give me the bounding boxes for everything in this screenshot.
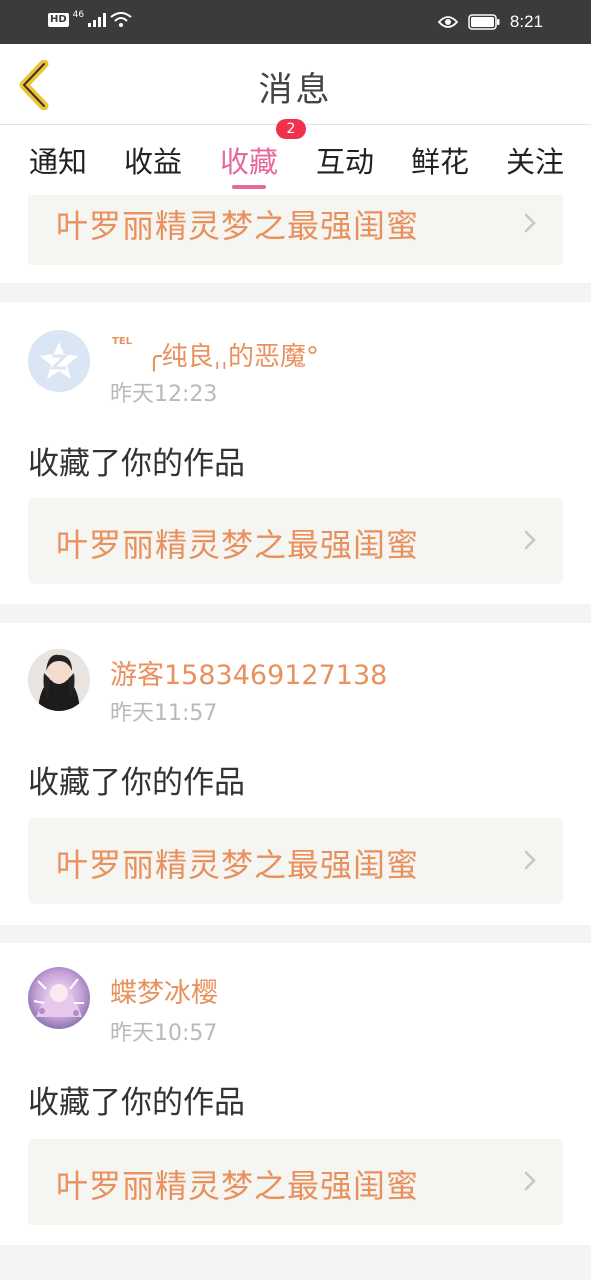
action-text: 收藏了你的作品: [28, 765, 245, 801]
work-title: 叶罗丽精灵梦之最强闺蜜: [56, 846, 420, 884]
user-tag: TEL: [112, 336, 133, 347]
user-photo-avatar[interactable]: [28, 649, 90, 711]
username[interactable]: 游客1583469127138: [110, 653, 387, 692]
status-left: HD 46: [48, 10, 132, 28]
username[interactable]: ╭纯良ˌˌ的恶魔°: [146, 336, 319, 373]
tab-following[interactable]: 关注: [495, 139, 575, 181]
tab-favorites[interactable]: 收藏: [209, 139, 289, 181]
wifi-icon: [110, 12, 132, 27]
work-link[interactable]: 叶罗丽精灵梦之最强闺蜜: [28, 195, 563, 265]
work-title: 叶罗丽精灵梦之最强闺蜜: [56, 1167, 420, 1205]
default-avatar-icon[interactable]: [28, 330, 90, 392]
work-title: 叶罗丽精灵梦之最强闺蜜: [56, 207, 420, 245]
work-title: 叶罗丽精灵梦之最强闺蜜: [56, 526, 420, 564]
tab-flowers[interactable]: 鲜花: [400, 139, 480, 181]
timestamp: 昨天12:23: [110, 382, 218, 407]
work-link[interactable]: 叶罗丽精灵梦之最强闺蜜: [28, 818, 563, 904]
tab-notifications[interactable]: 通知: [18, 139, 98, 181]
timestamp: 昨天11:57: [110, 701, 218, 726]
list-item: 游客1583469127138 昨天11:57 收藏了你的作品 叶罗丽精灵梦之最…: [0, 623, 591, 925]
chevron-right-icon: [524, 213, 536, 233]
status-right: 8:21: [437, 12, 543, 32]
clock: 8:21: [509, 12, 543, 31]
chevron-right-icon: [524, 530, 536, 550]
chevron-right-icon: [524, 850, 536, 870]
list-item: 叶罗丽精灵梦之最强闺蜜: [0, 195, 591, 283]
eye-comfort-icon: [437, 16, 458, 28]
tab-interactions[interactable]: 互动: [305, 139, 385, 181]
tab-bar: 通知 收益 收藏 互动 鲜花 关注 2: [0, 119, 591, 195]
chevron-right-icon: [524, 1171, 536, 1191]
timestamp: 昨天10:57: [110, 1021, 218, 1046]
list-item: 蝶梦冰樱 昨天10:57 收藏了你的作品 叶罗丽精灵梦之最强闺蜜: [0, 943, 591, 1245]
status-bar: HD 46 8:21: [0, 0, 591, 44]
work-link[interactable]: 叶罗丽精灵梦之最强闺蜜: [28, 1139, 563, 1225]
work-link[interactable]: 叶罗丽精灵梦之最强闺蜜: [28, 498, 563, 584]
action-text: 收藏了你的作品: [28, 446, 245, 482]
page-title: 消息: [258, 70, 333, 110]
user-anime-avatar[interactable]: [28, 967, 90, 1029]
active-tab-indicator: [232, 185, 266, 189]
action-text: 收藏了你的作品: [28, 1085, 245, 1121]
tab-earnings[interactable]: 收益: [113, 139, 193, 181]
battery-icon: [468, 14, 500, 30]
signal-icon: [88, 13, 107, 27]
list-item: TEL ╭纯良ˌˌ的恶魔° 昨天12:23 收藏了你的作品 叶罗丽精灵梦之最强闺…: [0, 302, 591, 604]
hd-indicator: HD: [48, 13, 69, 27]
network-type: 46: [72, 10, 85, 20]
favorites-badge: 2: [276, 119, 306, 139]
username[interactable]: 蝶梦冰樱: [110, 971, 218, 1010]
app-header: 消息: [0, 44, 591, 125]
